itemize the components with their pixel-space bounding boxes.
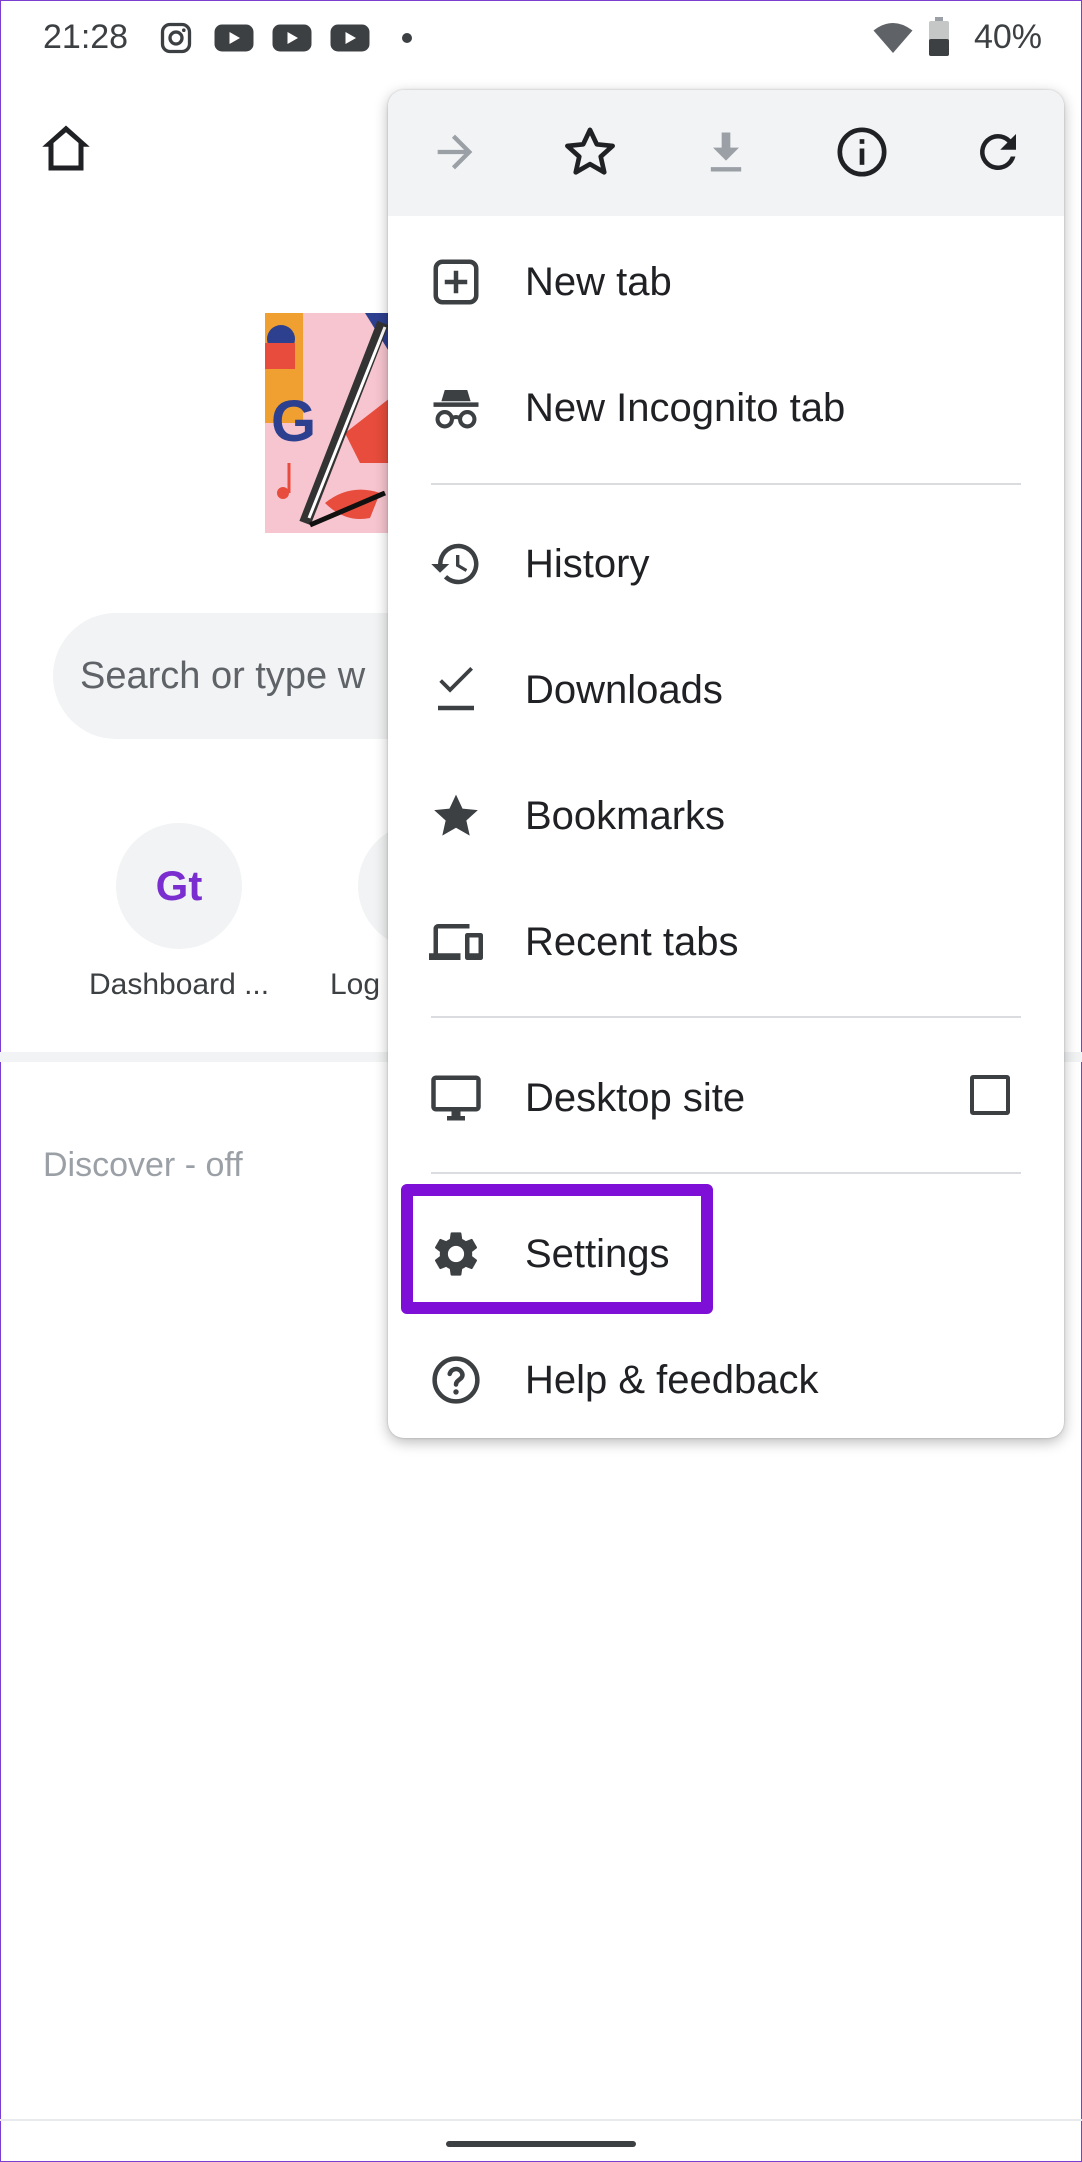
reload-icon [980,134,1016,170]
battery-icon [929,17,949,56]
battery-percent: 40% [973,18,1042,56]
desktop-site-checkbox[interactable] [970,1075,1010,1115]
menu-item-history[interactable]: History [388,508,1064,618]
devices-icon [429,924,483,960]
incognito-icon [433,390,479,429]
reload-button[interactable] [966,120,1030,184]
help-icon [432,1356,480,1404]
menu-item-label: Downloads [525,668,723,712]
menu-item-new-tab[interactable]: New tab [388,226,1064,336]
forward-button[interactable] [423,120,487,184]
shortcut-tile-dashboard[interactable]: Gt [116,823,242,949]
new-tab-icon [433,259,479,305]
menu-separator [431,1016,1021,1018]
search-placeholder: Search or type w [80,655,366,697]
menu-item-label: Recent tabs [525,920,739,964]
desktop-icon [431,1075,481,1121]
menu-item-label: Help & feedback [525,1358,819,1402]
dot-icon [402,33,412,43]
info-icon [837,127,887,177]
google-doodle[interactable]: G [265,313,390,533]
star-icon [434,794,478,836]
youtube-icon [330,24,370,52]
downloads-icon [438,666,474,711]
menu-item-recent-tabs[interactable]: Recent tabs [388,886,1064,996]
home-icon[interactable] [36,118,96,178]
menu-toolbar [388,90,1064,216]
menu-item-help-feedback[interactable]: Help & feedback [388,1324,1064,1434]
svg-text:G: G [271,389,316,454]
menu-item-downloads[interactable]: Downloads [388,634,1064,744]
menu-item-label: Bookmarks [525,794,726,838]
menu-item-label: New Incognito tab [525,386,846,430]
page-info-button[interactable] [830,120,894,184]
download-icon [710,132,742,172]
gesture-nav-handle[interactable] [446,2141,636,2147]
download-page-button[interactable] [694,120,758,184]
menu-item-label: History [525,542,650,586]
bookmark-star-icon [565,127,615,175]
nav-bar-divider [0,2119,1082,2121]
menu-item-bookmarks[interactable]: Bookmarks [388,760,1064,870]
discover-status: Discover - off [43,1146,243,1184]
menu-item-label: New tab [525,260,672,304]
forward-icon [437,134,473,170]
status-bar: 21:28 40% [0,0,1082,78]
status-time: 21:28 [43,18,129,56]
shortcut-label: Log [330,968,381,1001]
menu-item-new-incognito-tab[interactable]: New Incognito tab [388,352,1064,462]
bookmark-button[interactable] [558,120,622,184]
gt-logo-icon: Gt [156,862,203,909]
settings-highlight-box [401,1184,713,1314]
youtube-icon [272,24,312,52]
youtube-icon [214,24,254,52]
menu-separator [431,1172,1021,1174]
shortcut-label: Dashboard ... [89,968,270,1001]
menu-item-label: Desktop site [525,1076,746,1120]
history-icon [431,543,479,585]
menu-item-desktop-site[interactable]: Desktop site [388,1042,1064,1152]
wifi-icon [873,23,913,53]
instagram-icon [160,22,192,54]
svg-text:Gt: Gt [156,862,203,909]
menu-separator [431,483,1021,485]
